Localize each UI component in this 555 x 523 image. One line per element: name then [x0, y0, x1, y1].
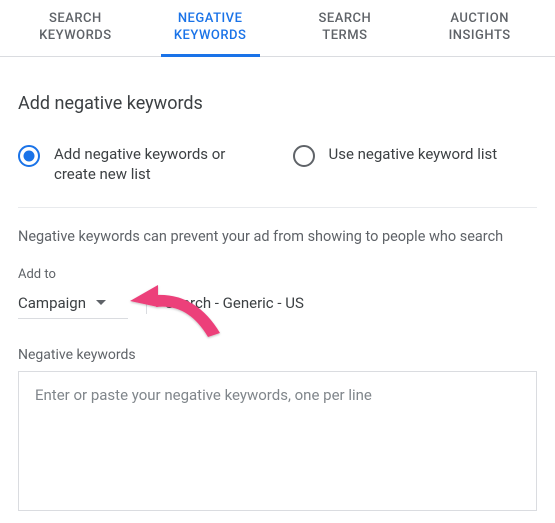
add-to-section: Add to Campaign Search - Generic - US	[18, 267, 537, 319]
tab-label: AUCTION INSIGHTS	[449, 11, 511, 45]
tab-search-keywords[interactable]: SEARCH KEYWORDS	[8, 0, 143, 56]
content-area: Add negative keywords Add negative keywo…	[0, 57, 555, 515]
radio-button-icon	[18, 145, 40, 167]
tab-negative-keywords[interactable]: NEGATIVE KEYWORDS	[143, 0, 278, 56]
chevron-down-icon	[96, 300, 106, 305]
tab-label: SEARCH KEYWORDS	[39, 11, 112, 45]
tab-label: NEGATIVE KEYWORDS	[174, 11, 247, 45]
negative-keywords-input[interactable]	[18, 371, 537, 511]
negative-keywords-label: Negative keywords	[18, 347, 537, 363]
tabs-bar: SEARCH KEYWORDS NEGATIVE KEYWORDS SEARCH…	[0, 0, 555, 57]
divider	[146, 294, 147, 314]
add-to-row: Campaign Search - Generic - US	[18, 290, 537, 319]
radio-button-icon	[293, 145, 315, 167]
tab-auction-insights[interactable]: AUCTION INSIGHTS	[412, 0, 547, 56]
page-title: Add negative keywords	[18, 93, 537, 114]
tab-label: SEARCH TERMS	[319, 11, 372, 45]
helper-text: Negative keywords can prevent your ad fr…	[18, 228, 537, 245]
radio-label: Add negative keywords or create new list	[54, 144, 244, 185]
radio-group: Add negative keywords or create new list…	[18, 144, 537, 208]
radio-use-list[interactable]: Use negative keyword list	[293, 144, 538, 185]
radio-add-new[interactable]: Add negative keywords or create new list	[18, 144, 263, 185]
radio-label: Use negative keyword list	[329, 144, 498, 164]
target-name[interactable]: Search - Generic - US	[165, 294, 304, 315]
add-to-label: Add to	[18, 267, 537, 282]
tab-search-terms[interactable]: SEARCH TERMS	[278, 0, 413, 56]
scope-value: Campaign	[18, 294, 86, 312]
scope-dropdown[interactable]: Campaign	[18, 290, 128, 319]
